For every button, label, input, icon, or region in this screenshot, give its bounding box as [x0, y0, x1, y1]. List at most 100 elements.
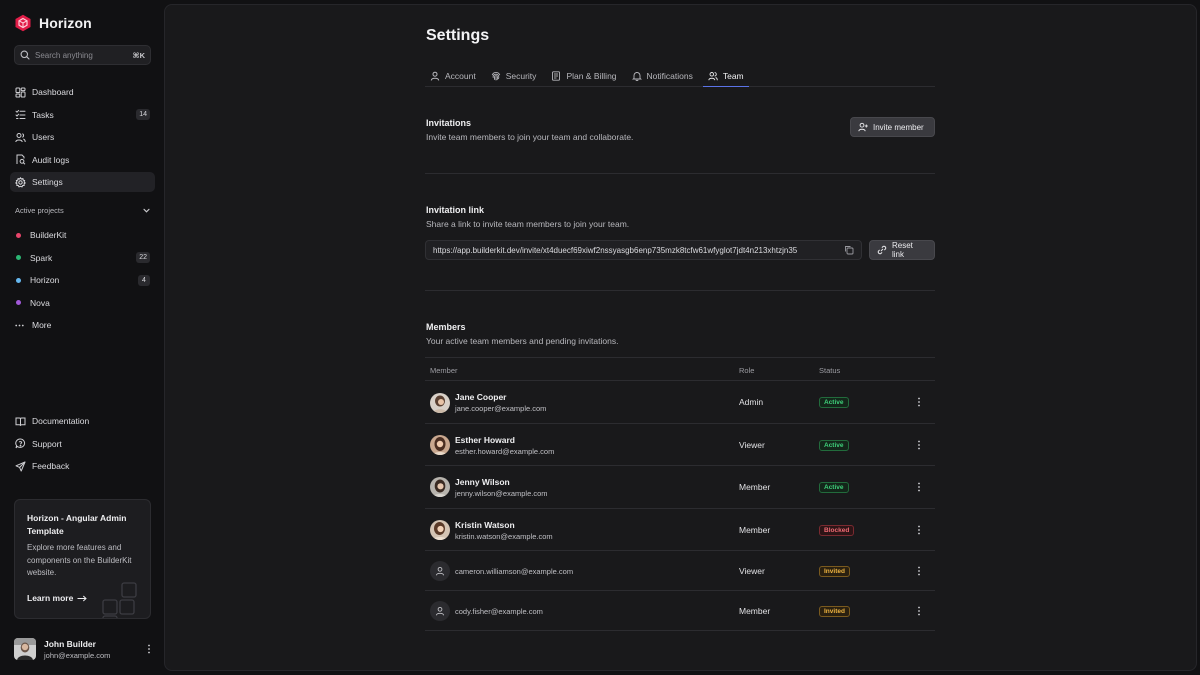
- column-header-role: Role: [739, 366, 755, 375]
- user-placeholder-icon: [435, 566, 445, 576]
- nav-label: Users: [32, 132, 55, 142]
- reset-link-label: Reset link: [891, 241, 913, 259]
- chevron-down-icon: [143, 208, 150, 213]
- more-vertical-icon[interactable]: [915, 481, 923, 493]
- users-icon: [15, 132, 26, 142]
- active-projects-title: Active projects: [15, 206, 64, 215]
- invitation-link-subtitle: Share a link to invite team members to j…: [426, 219, 630, 229]
- nav-label: Dashboard: [32, 87, 74, 97]
- table-row: Esther Howard esther.howard@example.com …: [425, 424, 935, 466]
- promo-card: Horizon - Angular Admin Template Explore…: [14, 499, 151, 619]
- learn-more-link[interactable]: Learn more: [27, 593, 88, 603]
- search-shortcut: ⌘K: [132, 50, 145, 60]
- member-email: cody.fisher@example.com: [455, 607, 543, 616]
- nav-item-dashboard[interactable]: Dashboard: [10, 82, 155, 102]
- status-badge: Active: [819, 482, 849, 493]
- invitation-link-field[interactable]: https://app.builderkit.dev/invite/xt4due…: [425, 240, 862, 260]
- project-color-dot: [16, 255, 21, 260]
- invitations-subtitle: Invite team members to join your team an…: [426, 132, 634, 142]
- tab-label: Team: [722, 70, 744, 81]
- members-table: Member Role Status Jane Cooper jane.coop…: [425, 357, 935, 631]
- project-color-dot: [16, 300, 21, 305]
- project-item-builderkit[interactable]: BuilderKit: [10, 225, 155, 245]
- send-icon: [15, 461, 26, 471]
- avatar: [430, 477, 450, 497]
- reset-link-button[interactable]: Reset link: [869, 240, 935, 260]
- brand[interactable]: Horizon: [14, 14, 92, 32]
- settings-tabs: Account Security Plan & Billing Notifica…: [425, 65, 935, 87]
- main-nav: Dashboard Tasks 14 Users Audit logs Sett…: [10, 82, 155, 195]
- invitation-link-title: Invitation link: [426, 205, 485, 215]
- search-box[interactable]: ⌘K: [14, 45, 151, 65]
- nav-item-users[interactable]: Users: [10, 127, 155, 147]
- table-header: Member Role Status: [425, 357, 935, 381]
- search-input[interactable]: [35, 50, 128, 60]
- project-count-badge: 22: [136, 252, 150, 263]
- member-email: cameron.williamson@example.com: [455, 567, 574, 576]
- tab-label: Plan & Billing: [566, 71, 617, 81]
- gear-icon: [15, 176, 26, 188]
- copy-icon[interactable]: [844, 245, 854, 255]
- nav-item-audit-logs[interactable]: Audit logs: [10, 150, 155, 170]
- member-role: Viewer: [739, 566, 765, 576]
- project-item-horizon[interactable]: Horizon 4: [10, 270, 155, 290]
- avatar: [430, 393, 450, 413]
- project-color-dot: [16, 232, 21, 238]
- project-color-dot: [16, 277, 21, 283]
- project-label: Nova: [30, 297, 50, 308]
- tab-label: Security: [505, 71, 537, 81]
- project-label: Horizon: [30, 275, 60, 285]
- tasks-count-badge: 14: [136, 109, 150, 120]
- more-vertical-icon[interactable]: [915, 565, 923, 577]
- tab-account[interactable]: Account: [425, 65, 481, 87]
- tab-plan-billing[interactable]: Plan & Billing: [546, 65, 621, 87]
- more-vertical-icon[interactable]: [915, 396, 923, 408]
- members-subtitle: Your active team members and pending inv…: [426, 336, 619, 346]
- table-row: Jenny Wilson jenny.wilson@example.com Me…: [425, 466, 935, 509]
- search-icon: [20, 50, 30, 60]
- nav-item-tasks[interactable]: Tasks 14: [10, 105, 155, 125]
- support-icon: [15, 438, 26, 449]
- member-role: Member: [739, 524, 771, 535]
- member-email: jenny.wilson@example.com: [455, 489, 548, 498]
- project-item-more[interactable]: More: [10, 315, 155, 335]
- section-divider: [425, 290, 935, 291]
- more-vertical-icon[interactable]: [146, 643, 152, 655]
- audit-icon: [16, 154, 26, 165]
- nav-item-feedback[interactable]: Feedback: [10, 456, 155, 476]
- section-divider: [425, 173, 935, 174]
- link-icon: [877, 245, 887, 255]
- table-row: Jane Cooper jane.cooper@example.com Admi…: [425, 381, 935, 424]
- tab-notifications[interactable]: Notifications: [627, 65, 698, 87]
- horizon-logo-icon: [15, 14, 31, 32]
- nav-item-settings[interactable]: Settings: [10, 172, 155, 192]
- bottom-nav: Documentation Support Feedback: [10, 411, 155, 479]
- blocks-illustration-icon: [102, 582, 137, 618]
- invite-member-button[interactable]: Invite member: [850, 117, 935, 137]
- nav-item-support[interactable]: Support: [10, 434, 155, 454]
- column-header-member: Member: [430, 366, 458, 375]
- user-profile[interactable]: John Builder john@example.com: [14, 638, 152, 660]
- member-role: Admin: [739, 397, 764, 407]
- more-vertical-icon[interactable]: [915, 605, 923, 617]
- project-item-spark[interactable]: Spark 22: [10, 248, 155, 268]
- nav-item-documentation[interactable]: Documentation: [10, 411, 155, 431]
- project-label: BuilderKit: [30, 230, 67, 240]
- tab-team[interactable]: Team: [702, 65, 749, 87]
- more-vertical-icon[interactable]: [915, 524, 923, 536]
- active-projects-header[interactable]: Active projects: [15, 206, 151, 215]
- project-item-nova[interactable]: Nova: [10, 293, 155, 313]
- dashboard-icon: [15, 87, 26, 97]
- bell-icon: [631, 72, 642, 81]
- member-email: kristin.watson@example.com: [455, 531, 553, 541]
- tab-label: Account: [445, 71, 476, 81]
- nav-label: Tasks: [32, 109, 54, 120]
- promo-text: Explore more features and components on …: [27, 543, 132, 577]
- fingerprint-icon: [491, 72, 500, 81]
- page-title: Settings: [426, 27, 490, 44]
- column-header-status: Status: [819, 366, 841, 375]
- status-badge: Active: [819, 439, 849, 451]
- tab-security[interactable]: Security: [486, 65, 542, 87]
- more-vertical-icon[interactable]: [915, 439, 923, 451]
- project-label: More: [32, 320, 52, 330]
